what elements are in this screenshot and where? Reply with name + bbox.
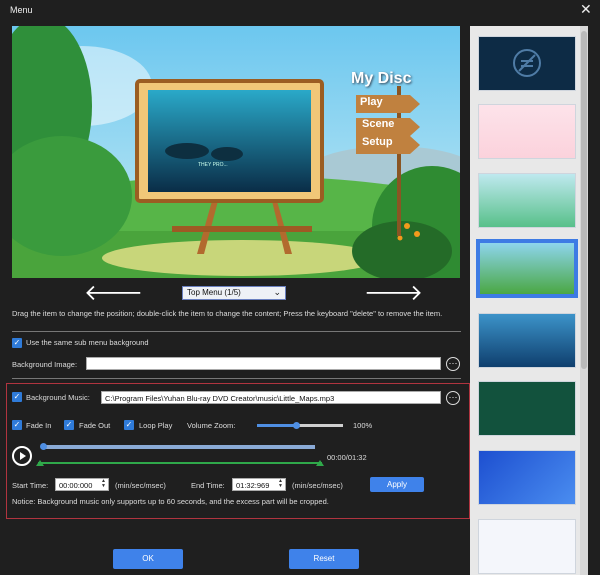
start-time-label: Start Time:	[12, 481, 49, 490]
playback-time: 00:00/01:32	[327, 453, 367, 462]
arrow-left-icon[interactable]: 🡐	[84, 282, 143, 304]
menu-button-scene[interactable]: Scene	[362, 118, 394, 130]
template-thumb-none[interactable]	[478, 36, 576, 91]
menu-button-setup[interactable]: Setup	[362, 136, 393, 148]
menu-button-play[interactable]: Play	[360, 96, 383, 108]
start-time-value: 00:00:000	[59, 481, 93, 490]
spinner-icon[interactable]: ▲ ▼	[101, 479, 106, 489]
browse-image-icon[interactable]: ···	[446, 357, 460, 371]
start-time-input[interactable]: 00:00:000 ▲ ▼	[55, 478, 109, 491]
reset-button[interactable]: Reset	[289, 549, 359, 569]
end-time-unit: (min/sec/msec)	[292, 481, 343, 490]
fade-out-checkbox[interactable]: ✓	[64, 420, 74, 430]
same-sub-menu-checkbox[interactable]: ✓	[12, 338, 22, 348]
volume-slider[interactable]	[257, 422, 343, 429]
loop-play-checkbox[interactable]: ✓	[124, 420, 134, 430]
end-time-input[interactable]: 01:32:969 ▲ ▼	[232, 478, 286, 491]
trim-range[interactable]	[38, 462, 322, 464]
apply-button[interactable]: Apply	[370, 477, 424, 492]
notice-text: Notice: Background music only supports u…	[12, 497, 329, 506]
volume-slider-knob[interactable]	[292, 422, 300, 429]
template-thumb-landscape[interactable]	[478, 173, 576, 228]
volume-zoom-label: Volume Zoom:	[187, 421, 236, 430]
volume-value: 100%	[353, 421, 373, 430]
divider	[12, 378, 461, 379]
playback-knob[interactable]	[40, 443, 47, 450]
play-icon	[20, 452, 26, 460]
play-button[interactable]	[12, 446, 32, 466]
end-time-value: 01:32:969	[236, 481, 270, 490]
no-template-icon	[513, 49, 541, 77]
background-music-checkbox[interactable]: ✓	[12, 392, 22, 402]
template-thumb-blue-wave[interactable]	[478, 450, 576, 505]
window-title: Menu	[10, 5, 33, 15]
thumb-scrollbar-handle[interactable]	[581, 31, 587, 369]
chevron-down-icon: ⌄	[273, 287, 281, 297]
fade-in-label: Fade In	[26, 421, 52, 430]
volume-slider-fill	[257, 424, 296, 427]
background-music-input[interactable]: C:\Program Files\Yuhan Blu-ray DVD Creat…	[101, 391, 441, 404]
arrow-right-icon[interactable]: 🡒	[364, 282, 423, 304]
menu-page-select-value: Top Menu (1/5)	[187, 288, 241, 297]
ok-button[interactable]: OK	[113, 549, 183, 569]
fade-out-label: Fade Out	[79, 421, 111, 430]
fade-in-checkbox[interactable]: ✓	[12, 420, 22, 430]
trim-end-handle[interactable]	[316, 460, 324, 466]
same-sub-menu-label: Use the same sub menu background	[26, 338, 149, 347]
template-list[interactable]	[470, 26, 588, 575]
menu-preview[interactable]: My Disc Play Scene Setup THEY PRO...	[12, 26, 460, 278]
template-thumb-christmas[interactable]	[478, 381, 576, 436]
background-image-label: Background Image:	[12, 360, 78, 369]
template-thumb-paper[interactable]	[478, 519, 576, 574]
spinner-icon[interactable]: ▲ ▼	[278, 479, 283, 489]
loop-play-label: Loop Play	[139, 421, 173, 430]
template-thumb-ocean[interactable]	[478, 313, 576, 368]
playback-progress[interactable]	[40, 443, 315, 450]
start-time-unit: (min/sec/msec)	[115, 481, 166, 490]
close-icon[interactable]: ✕	[580, 1, 592, 18]
end-time-label: End Time:	[191, 481, 225, 490]
thumb-scrollbar[interactable]	[580, 26, 588, 575]
hint-text: Drag the item to change the position; do…	[12, 309, 443, 318]
trim-start-handle[interactable]	[36, 460, 44, 466]
template-thumb-forest-selected[interactable]	[476, 239, 578, 298]
preview-scene	[12, 26, 460, 278]
divider	[12, 331, 461, 332]
menu-title[interactable]: My Disc	[351, 70, 411, 88]
browse-music-icon[interactable]: ···	[446, 391, 460, 405]
background-image-input[interactable]	[86, 357, 441, 370]
background-music-label: Background Music:	[26, 393, 90, 402]
screen-caption: THEY PRO...	[198, 162, 228, 168]
template-thumb-birthday[interactable]	[478, 104, 576, 159]
menu-page-select[interactable]: Top Menu (1/5) ⌄	[182, 286, 286, 300]
